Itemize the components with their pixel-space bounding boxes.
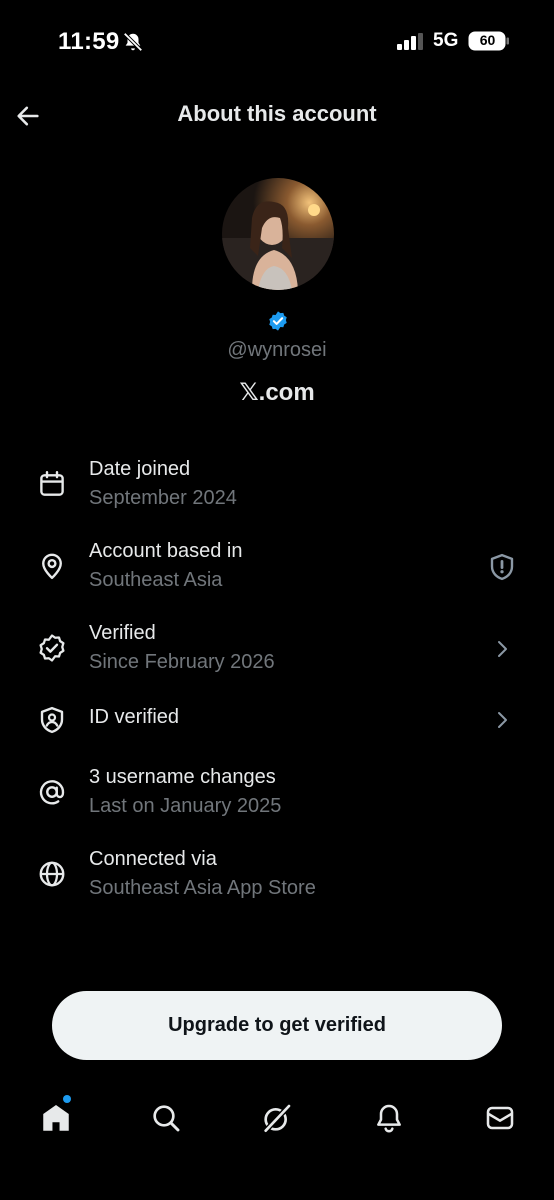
page-title: About this account [177, 101, 377, 126]
info-id-verified[interactable]: ID verified [0, 706, 554, 770]
upgrade-button[interactable]: Upgrade to get verified [52, 991, 502, 1060]
notification-dot [63, 1095, 71, 1103]
info-username-changes: 3 username changes Last on January 2025 [0, 766, 554, 830]
tab-notifications[interactable] [369, 1098, 409, 1138]
header: About this account [0, 90, 554, 140]
chevron-right-icon [486, 704, 518, 736]
account-handle: @wynrosei [227, 339, 327, 361]
info-subtitle: Last on January 2025 [89, 795, 282, 817]
avatar[interactable] [222, 178, 334, 290]
network-type: 5G [433, 30, 459, 51]
bell-icon [377, 1104, 401, 1133]
avatar-image [222, 178, 334, 290]
calendar-icon [36, 468, 68, 500]
verified-badge-icon [36, 632, 68, 664]
account-domain: 𝕏.com [239, 379, 315, 406]
info-subtitle: Southeast Asia [89, 569, 223, 591]
info-title: 3 username changes [89, 766, 276, 788]
shield-alert-icon[interactable] [486, 551, 518, 583]
info-subtitle: September 2024 [89, 487, 237, 509]
status-time: 11:59 [58, 28, 120, 55]
info-title: Date joined [89, 458, 191, 480]
tab-home[interactable] [36, 1098, 76, 1138]
info-title: Account based in [89, 540, 243, 562]
at-sign-icon [36, 776, 68, 808]
mail-icon [486, 1106, 514, 1130]
info-title: Verified [89, 622, 156, 644]
location-pin-icon [36, 550, 68, 582]
verified-badge-icon [269, 311, 287, 331]
info-connected-via: Connected via Southeast Asia App Store [0, 848, 554, 912]
search-icon [153, 1105, 180, 1132]
info-subtitle: Southeast Asia App Store [89, 877, 316, 899]
home-icon [43, 1104, 69, 1131]
info-title: Connected via [89, 848, 217, 870]
info-subtitle: Since February 2026 [89, 651, 275, 673]
info-title: ID verified [89, 706, 180, 728]
info-account-based-in: Account based in Southeast Asia [0, 540, 554, 604]
battery-level: 60 [479, 32, 496, 48]
tab-grok[interactable] [257, 1098, 297, 1138]
id-shield-icon [36, 704, 68, 736]
tab-messages[interactable] [480, 1098, 520, 1138]
chevron-right-icon [486, 633, 518, 665]
grok-icon [263, 1104, 291, 1133]
bell-off-icon [123, 32, 143, 52]
globe-icon [36, 858, 68, 890]
status-bar: 11:59 5G 60 [0, 0, 554, 80]
signal-icon [397, 33, 423, 50]
info-verified[interactable]: Verified Since February 2026 [0, 622, 554, 686]
info-date-joined: Date joined September 2024 [0, 458, 554, 522]
tab-search[interactable] [146, 1098, 186, 1138]
tab-bar [0, 1090, 554, 1146]
